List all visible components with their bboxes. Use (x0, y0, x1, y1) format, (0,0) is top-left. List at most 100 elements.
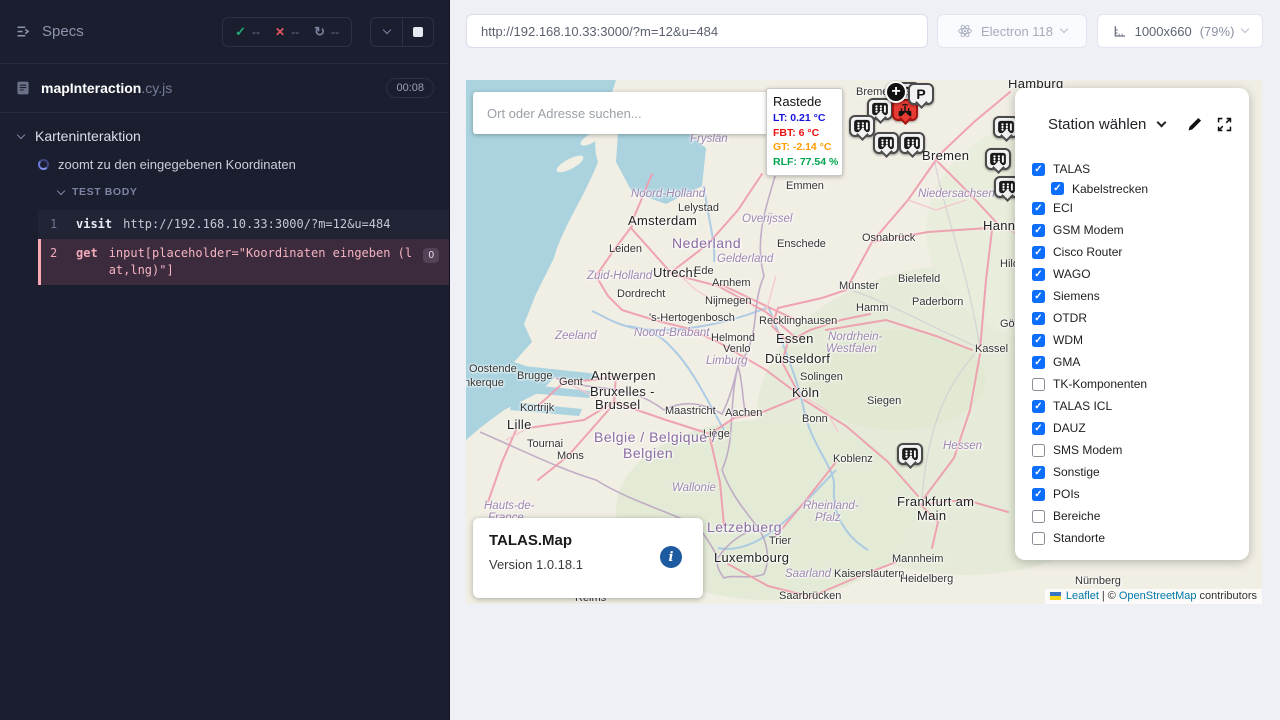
checkbox-checked-icon[interactable]: ✓ (1032, 202, 1045, 215)
map-label: Main (917, 508, 946, 523)
command-method: visit (76, 216, 112, 233)
checkbox-checked-icon[interactable]: ✓ (1051, 182, 1064, 195)
checkbox-checked-icon[interactable]: ✓ (1032, 400, 1045, 413)
map-label: Brussel (595, 397, 640, 412)
search-input[interactable] (473, 106, 778, 121)
chevron-down-icon[interactable] (1157, 118, 1167, 128)
map-label: Maastricht (665, 405, 716, 417)
station-filter-tk-komponenten[interactable]: TK-Komponenten (1032, 373, 1249, 395)
map-label: Aachen (725, 407, 762, 419)
station-filter-label: Siemens (1053, 289, 1100, 303)
parking-marker[interactable]: P (908, 83, 934, 107)
station-filter-standorte[interactable]: Standorte (1032, 527, 1249, 549)
chevron-down-icon (382, 26, 390, 34)
add-marker-button[interactable]: + (885, 81, 907, 103)
checkbox-checked-icon[interactable]: ✓ (1032, 356, 1045, 369)
map-label: Bonn (802, 413, 828, 425)
panel-title[interactable]: Station wählen (1048, 116, 1146, 133)
map-label: Gelderland (717, 253, 773, 265)
command-visit[interactable]: 1 visit http://192.168.10.33:3000/?m=12&… (38, 210, 449, 239)
edit-pencil-icon[interactable] (1186, 116, 1203, 133)
checkbox-unchecked-icon[interactable] (1032, 532, 1045, 545)
map-label: Pfalz (815, 512, 841, 524)
station-filter-eci[interactable]: ✓ECI (1032, 197, 1249, 219)
station-marker[interactable] (897, 443, 923, 467)
station-filter-gma[interactable]: ✓GMA (1032, 351, 1249, 373)
viewport-select[interactable]: 1000x660 (79%) (1097, 14, 1263, 48)
osm-link[interactable]: OpenStreetMap (1119, 590, 1197, 602)
station-marker[interactable] (873, 132, 899, 156)
runner-controls (370, 17, 434, 47)
checkbox-checked-icon[interactable]: ✓ (1032, 422, 1045, 435)
station-filter-pois[interactable]: ✓POIs (1032, 483, 1249, 505)
browser-select[interactable]: Electron 118 (937, 14, 1087, 48)
stop-button[interactable] (402, 18, 433, 46)
station-filter-bereiche[interactable]: Bereiche (1032, 505, 1249, 527)
station-filter-sms-modem[interactable]: SMS Modem (1032, 439, 1249, 461)
stat-failed: ✕-- (275, 25, 299, 39)
checkbox-checked-icon[interactable]: ✓ (1032, 312, 1045, 325)
station-filter-otdr[interactable]: ✓OTDR (1032, 307, 1249, 329)
app-version: Version 1.0.18.1 (489, 557, 687, 572)
station-filter-sonstige[interactable]: ✓Sonstige (1032, 461, 1249, 483)
checkbox-checked-icon[interactable]: ✓ (1032, 290, 1045, 303)
map-label: Niedersachsen (918, 188, 995, 200)
spec-row[interactable]: mapInteraction.cy.js 00:08 (0, 64, 449, 113)
checkbox-unchecked-icon[interactable] (1032, 510, 1045, 523)
map-label: Nürnberg (1075, 575, 1121, 587)
station-filter-kabelstrecken[interactable]: ✓ Kabelstrecken (1032, 180, 1249, 197)
info-icon[interactable]: i (660, 546, 682, 568)
aut-panel: http://192.168.10.33:3000/?m=12&u=484 El… (450, 0, 1280, 720)
command-get[interactable]: 2 get input[placeholder="Koordinaten ein… (38, 239, 449, 285)
station-filter-label: TK-Komponenten (1053, 377, 1147, 391)
station-filter-wago[interactable]: ✓WAGO (1032, 263, 1249, 285)
leaflet-link[interactable]: Leaflet (1066, 590, 1099, 602)
command-count-badge: 0 (423, 248, 439, 263)
leaflet-map[interactable]: HamburgBremerhavenBremenEmmenNiedersachs… (466, 80, 1262, 604)
checkbox-checked-icon[interactable]: ✓ (1032, 268, 1045, 281)
station-filter-label: WDM (1053, 333, 1083, 347)
checkbox-checked-icon[interactable]: ✓ (1032, 488, 1045, 501)
test-zoomt-zu-koordinaten[interactable]: zoomt zu den eingegebenen Koordinaten (0, 149, 449, 177)
station-marker[interactable] (985, 148, 1011, 172)
checkbox-checked-icon[interactable]: ✓ (1032, 246, 1045, 259)
map-label: Arnhem (712, 277, 751, 289)
test-stats: ✓-- ✕-- ↻-- (222, 17, 352, 47)
map-search-box[interactable] (473, 92, 778, 134)
checkbox-checked-icon[interactable]: ✓ (1032, 163, 1045, 176)
map-label: Dunkerque (466, 377, 504, 389)
test-running-icon (38, 159, 49, 170)
panel-header: Station wählen (1015, 88, 1249, 133)
collapse-button[interactable] (371, 18, 402, 46)
map-label: Enschede (777, 238, 826, 250)
map-label: Belgie / Belgique / (594, 429, 716, 445)
url-bar[interactable]: http://192.168.10.33:3000/?m=12&u=484 (466, 14, 928, 48)
checkbox-checked-icon[interactable]: ✓ (1032, 334, 1045, 347)
suite-karteninteraktion[interactable]: Karteninteraktion (0, 113, 449, 149)
station-filter-wdm[interactable]: ✓ WDM (1032, 329, 1249, 351)
checkbox-unchecked-icon[interactable] (1032, 444, 1045, 457)
station-filter-talas-icl[interactable]: ✓TALAS ICL (1032, 395, 1249, 417)
checkbox-unchecked-icon[interactable] (1032, 378, 1045, 391)
browser-label: Electron 118 (981, 24, 1053, 39)
station-filter-siemens[interactable]: ✓ Siemens (1032, 285, 1249, 307)
map-label: Kassel (975, 343, 1008, 355)
specs-menu-icon[interactable] (15, 23, 32, 40)
map-label: Letzebuerg (707, 519, 782, 535)
station-filter-label: Kabelstrecken (1072, 182, 1148, 196)
station-marker[interactable] (899, 132, 925, 156)
chevron-down-icon (1060, 25, 1068, 33)
checkbox-checked-icon[interactable]: ✓ (1032, 466, 1045, 479)
station-filter-dauz[interactable]: ✓DAUZ (1032, 417, 1249, 439)
map-label: Overijssel (742, 213, 792, 225)
map-label: Brugge (517, 370, 552, 382)
station-filter-cisco-router[interactable]: ✓Cisco Router (1032, 241, 1249, 263)
station-filter-gsm-modem[interactable]: ✓GSM Modem (1032, 219, 1249, 241)
tooltip-title: Rastede (773, 94, 836, 109)
station-filter-talas[interactable]: ✓TALAS (1032, 158, 1249, 180)
checkbox-checked-icon[interactable]: ✓ (1032, 224, 1045, 237)
test-body-section[interactable]: TEST BODY (0, 177, 449, 203)
station-marker[interactable] (849, 115, 875, 139)
viewport-size: 1000x660 (1135, 24, 1192, 39)
expand-icon[interactable] (1216, 116, 1233, 133)
